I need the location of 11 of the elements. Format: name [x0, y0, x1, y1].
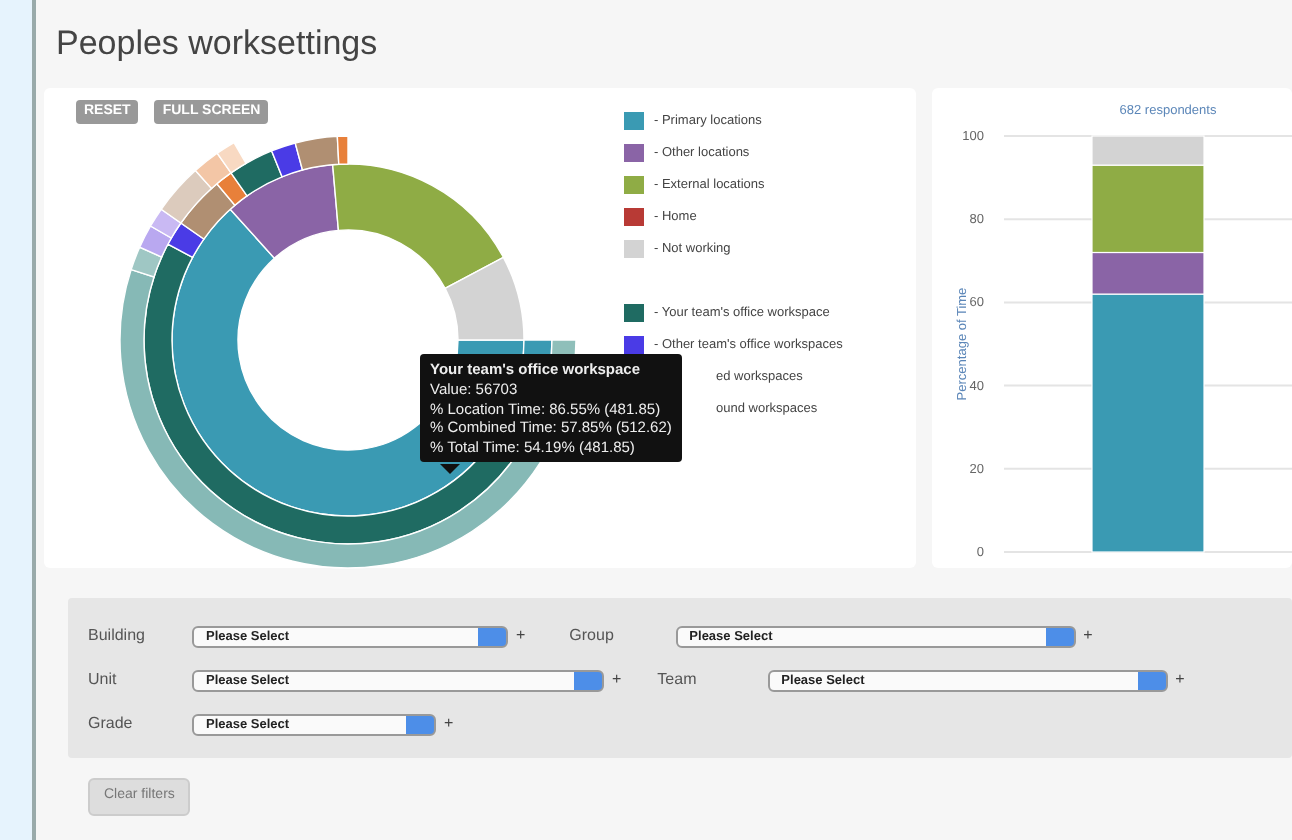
add-icon[interactable]: +: [612, 668, 622, 693]
add-icon[interactable]: +: [444, 712, 454, 737]
filter-label: Unit: [88, 668, 119, 693]
filter-label: Grade: [88, 712, 135, 737]
filter-label: Group: [569, 624, 616, 649]
filter-label: Building: [88, 624, 147, 649]
add-icon[interactable]: +: [1175, 668, 1185, 693]
add-icon[interactable]: +: [516, 624, 526, 649]
filter-label: Team: [657, 668, 699, 693]
page-title: Peoples worksettings: [56, 24, 380, 65]
add-icon[interactable]: +: [1083, 624, 1093, 649]
